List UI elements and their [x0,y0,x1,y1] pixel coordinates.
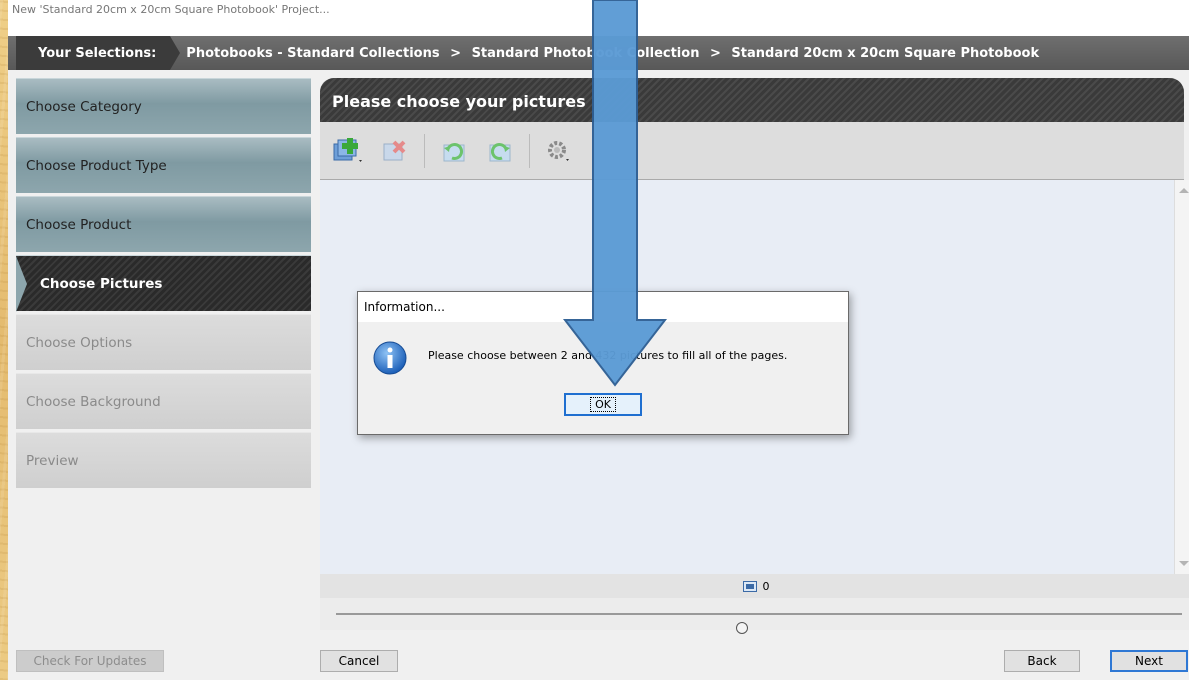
check-for-updates-button: Check For Updates [16,650,164,672]
scroll-down-icon[interactable] [1179,561,1189,566]
step-label: Preview [26,452,79,469]
step-label: Choose Product [26,216,132,233]
step-choose-background: Choose Background [16,373,311,429]
step-choose-product-type[interactable]: Choose Product Type [16,137,311,193]
step-label: Choose Pictures [40,275,163,292]
slider-thumb[interactable] [736,622,749,634]
breadcrumb-separator: > [709,45,721,61]
add-pictures-icon[interactable] [332,134,366,168]
breadcrumb-item-product[interactable]: Standard 20cm x 20cm Square Photobook [731,46,1039,61]
picture-count: 0 [762,579,770,593]
zoom-slider[interactable] [320,598,1189,634]
breadcrumb: Your Selections: Photobooks - Standard C… [8,36,1189,70]
cancel-button[interactable]: Cancel [320,650,398,672]
dialog-message: Please choose between 2 and 432 pictures… [428,349,788,362]
back-button[interactable]: Back [1004,650,1080,672]
step-choose-product[interactable]: Choose Product [16,196,311,252]
step-label: Choose Product Type [26,157,167,174]
ok-button-label: OK [590,397,616,412]
toolbar-separator [424,133,425,168]
breadcrumb-item-category[interactable]: Photobooks - Standard Collections [186,46,439,61]
dialog-title: Information... [358,292,848,322]
step-label: Choose Options [26,334,133,351]
step-choose-options: Choose Options [16,314,311,370]
picture-count-bar: 0 [320,574,1189,598]
panel-title-text: Please choose your pictures [332,92,586,111]
next-button[interactable]: Next [1110,650,1188,672]
rotate-left-icon[interactable] [437,134,471,168]
scroll-up-icon[interactable] [1179,188,1189,193]
information-dialog: Information... Please choose between 2 a… [357,291,849,435]
rotate-right-icon[interactable] [483,134,517,168]
step-label: Choose Category [26,98,142,115]
step-preview: Preview [16,432,311,488]
toolbar-separator [529,133,530,168]
remove-picture-icon[interactable] [378,134,412,168]
picture-count-icon [742,580,757,592]
settings-icon[interactable] [542,134,576,168]
breadcrumb-path: Photobooks - Standard Collections > Stan… [170,46,1039,61]
vertical-scrollbar[interactable] [1174,180,1189,574]
window-title: New 'Standard 20cm x 20cm Square Photobo… [12,3,330,16]
steps-sidebar: Choose Category Choose Product Type Choo… [16,78,311,491]
step-label: Choose Background [26,393,161,410]
step-choose-category[interactable]: Choose Category [16,78,311,134]
info-icon [370,338,410,382]
breadcrumb-separator: > [450,45,462,61]
panel-title: Please choose your pictures [320,78,1184,122]
pictures-toolbar [320,122,1184,180]
step-choose-pictures[interactable]: Choose Pictures [16,255,311,312]
ok-button[interactable]: OK [564,393,642,416]
breadcrumb-item-collection[interactable]: Standard Photobook Collection [472,46,700,61]
slider-track[interactable] [336,613,1182,634]
breadcrumb-label: Your Selections: [16,36,181,70]
window-titlebar: New 'Standard 20cm x 20cm Square Photobo… [8,0,1189,36]
